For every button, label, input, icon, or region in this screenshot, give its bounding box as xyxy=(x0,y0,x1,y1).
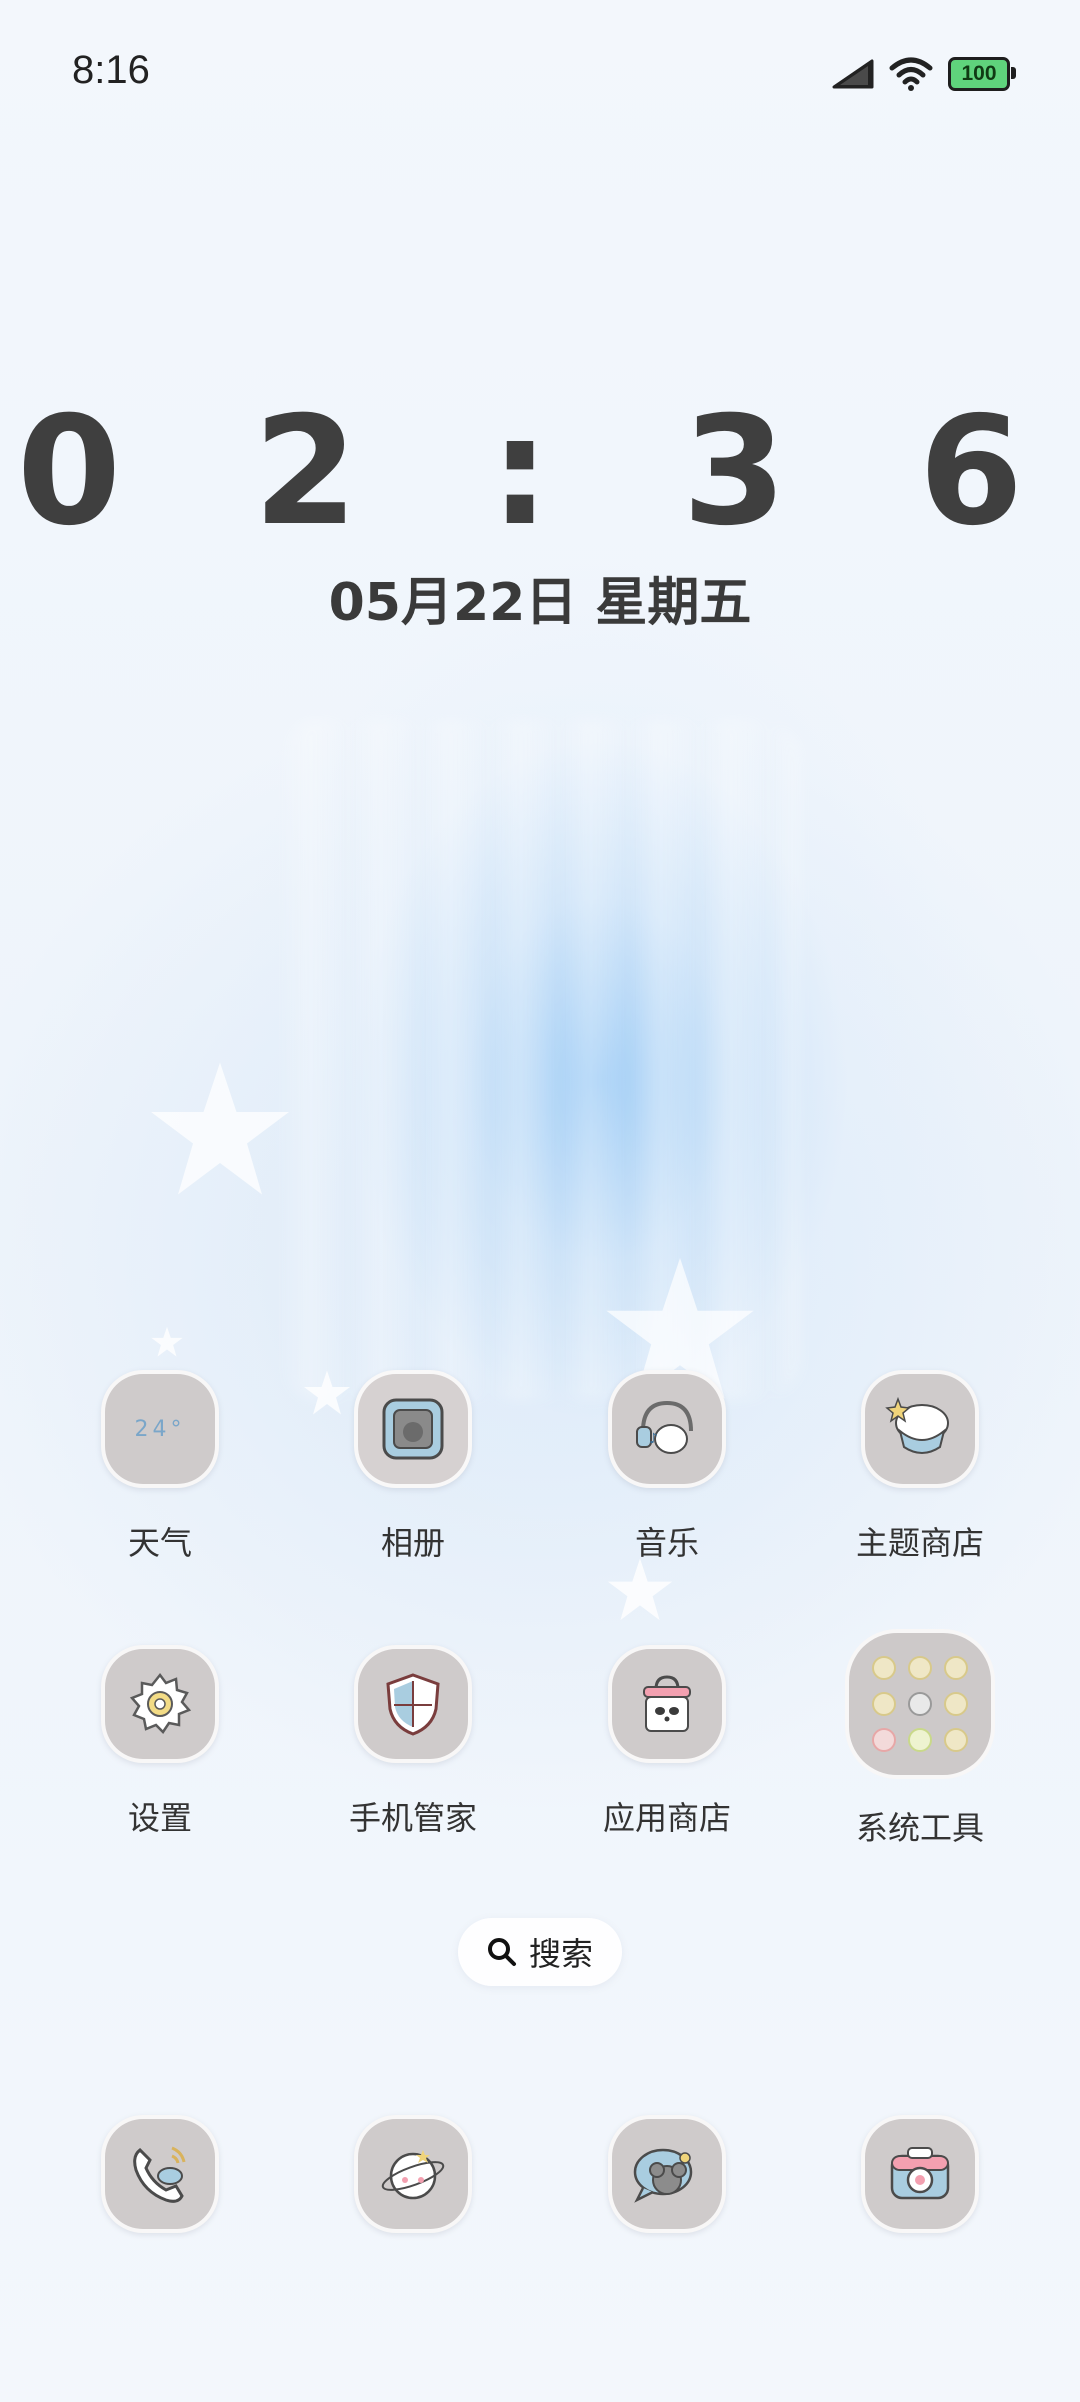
camera-icon[interactable] xyxy=(861,2115,979,2233)
search-button[interactable]: 搜索 xyxy=(458,1918,622,1986)
weather-icon[interactable]: 24° xyxy=(101,1370,219,1488)
app-label: 主题商店 xyxy=(855,1524,984,1562)
cellular-signal-icon xyxy=(832,59,874,89)
mini-app-icon xyxy=(872,1728,896,1752)
svg-text:♪: ♪ xyxy=(649,1431,658,1447)
app-label: 系统工具 xyxy=(855,1809,984,1847)
home-screen: 8:16 100 0 2 : 3 6 05月22日 星期五 24° 天气 相册 … xyxy=(0,0,1080,2402)
phone-icon[interactable] xyxy=(101,2115,219,2233)
wallpaper-star-icon xyxy=(151,1062,289,1195)
mini-app-icon xyxy=(908,1656,932,1680)
battery-level: 100 xyxy=(961,62,997,85)
settings-gear-icon[interactable] xyxy=(101,1645,219,1763)
mini-app-icon xyxy=(908,1692,932,1716)
wallpaper-star-icon xyxy=(151,1326,183,1357)
app-phone-manager[interactable]: 手机管家 xyxy=(313,1645,513,1839)
dock-phone[interactable] xyxy=(60,2115,260,2233)
dock-camera[interactable] xyxy=(820,2115,1020,2233)
weather-temp: 24° xyxy=(134,1416,186,1442)
mini-app-icon xyxy=(872,1656,896,1680)
app-settings[interactable]: 设置 xyxy=(60,1645,260,1839)
app-music[interactable]: ♪ 音乐 xyxy=(567,1370,767,1564)
status-bar-icons: 100 xyxy=(832,56,1016,92)
app-label: 应用商店 xyxy=(602,1799,731,1837)
app-gallery[interactable]: 相册 xyxy=(313,1370,513,1564)
music-icon[interactable]: ♪ xyxy=(608,1370,726,1488)
wifi-icon xyxy=(889,57,933,91)
app-label: 手机管家 xyxy=(348,1799,477,1837)
search-label: 搜索 xyxy=(528,1935,593,1973)
app-weather[interactable]: 24° 天气 xyxy=(60,1370,260,1564)
wallpaper-star-icon xyxy=(607,1558,673,1621)
clock-widget-time[interactable]: 0 2 : 3 6 xyxy=(0,385,1080,559)
theme-store-icon[interactable] xyxy=(861,1370,979,1488)
dock-messages[interactable] xyxy=(567,2115,767,2233)
status-bar-time: 8:16 xyxy=(72,48,150,92)
mini-app-icon xyxy=(944,1656,968,1680)
browser-icon[interactable] xyxy=(354,2115,472,2233)
mini-app-icon xyxy=(944,1728,968,1752)
dock-browser[interactable] xyxy=(313,2115,513,2233)
mini-app-icon xyxy=(944,1692,968,1716)
search-icon xyxy=(487,1938,516,1966)
app-label: 音乐 xyxy=(634,1524,699,1562)
system-tools-folder-icon[interactable] xyxy=(845,1629,995,1779)
mini-app-icon xyxy=(908,1728,932,1752)
messages-icon[interactable] xyxy=(608,2115,726,2233)
app-label: 天气 xyxy=(127,1524,192,1562)
app-system-tools-folder[interactable]: 系统工具 xyxy=(820,1629,1020,1849)
app-label: 设置 xyxy=(127,1799,192,1837)
app-label: 相册 xyxy=(380,1524,445,1562)
app-store-bag-icon[interactable] xyxy=(608,1645,726,1763)
phone-manager-shield-icon[interactable] xyxy=(354,1645,472,1763)
app-app-store[interactable]: 应用商店 xyxy=(567,1645,767,1839)
clock-widget-date[interactable]: 05月22日 星期五 xyxy=(0,560,1080,635)
gallery-icon[interactable] xyxy=(354,1370,472,1488)
mini-app-icon xyxy=(872,1692,896,1716)
app-theme-store[interactable]: 主题商店 xyxy=(820,1370,1020,1564)
battery-icon: 100 xyxy=(948,57,1016,91)
